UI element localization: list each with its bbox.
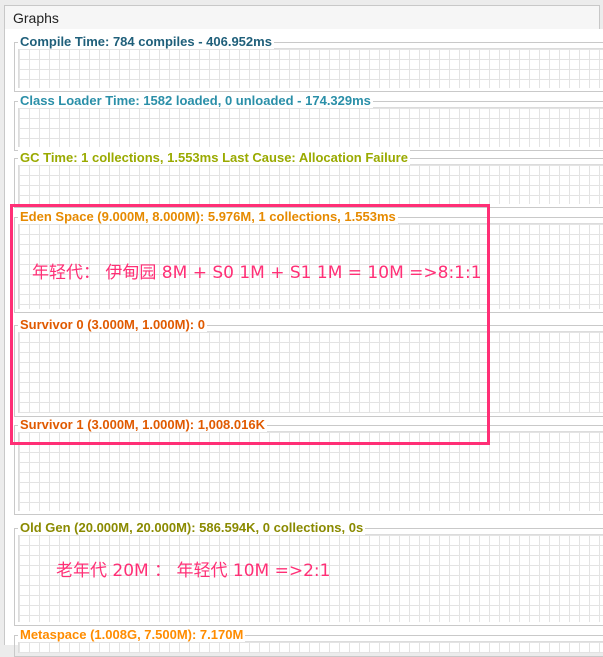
class-loader-title: Class Loader Time: 1582 loaded, 0 unload… (18, 93, 373, 108)
old-gen-annotation: 老年代 20M ： 年轻代 10M =>2:1 (56, 561, 331, 581)
tab-graphs-label: Graphs (13, 10, 59, 26)
young-gen-highlight-box (10, 204, 490, 445)
tab-strip: Graphs (0, 0, 603, 30)
metaspace-panel: Metaspace (1.008G, 7.500M): 7.170M (14, 627, 603, 657)
class-loader-panel: Class Loader Time: 1582 loaded, 0 unload… (14, 93, 603, 151)
class-loader-graph (18, 107, 603, 147)
tab-graphs[interactable]: Graphs (4, 5, 600, 29)
compile-time-graph (18, 48, 603, 88)
gc-time-title: GC Time: 1 collections, 1.553ms Last Cau… (18, 150, 410, 165)
compile-time-panel: Compile Time: 784 compiles - 406.952ms (14, 34, 603, 92)
young-gen-annotation: 年轻代： 伊甸园 8M + S0 1M + S1 1M = 10M =>8:1:… (32, 263, 482, 283)
metaspace-title: Metaspace (1.008G, 7.500M): 7.170M (18, 627, 246, 642)
old-gen-title: Old Gen (20.000M, 20.000M): 586.594K, 0 … (18, 520, 366, 535)
metaspace-graph (18, 641, 603, 653)
compile-time-title: Compile Time: 784 compiles - 406.952ms (18, 34, 274, 49)
gc-time-graph (18, 164, 603, 204)
gc-time-panel: GC Time: 1 collections, 1.553ms Last Cau… (14, 150, 603, 208)
